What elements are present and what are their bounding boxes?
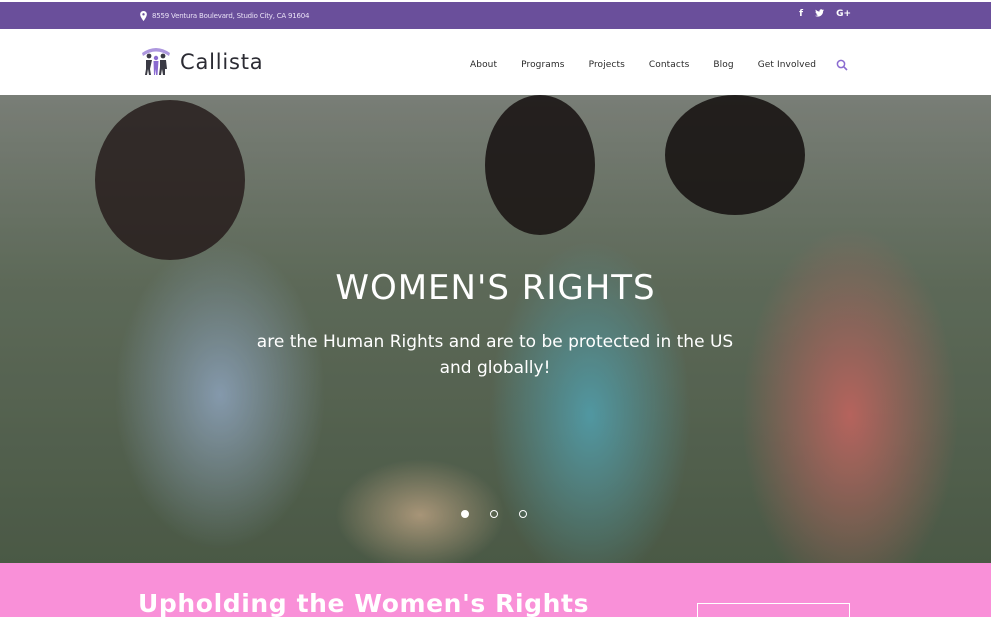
search-icon[interactable] [836, 59, 848, 71]
location-pin-icon [140, 11, 147, 21]
logo-text: Callista [180, 50, 264, 74]
facebook-icon[interactable]: f [799, 9, 803, 20]
logo[interactable]: Callista [138, 47, 263, 77]
top-bar: 8559 Ventura Boulevard, Studio City, CA … [0, 0, 991, 29]
slider-dot-3[interactable] [519, 510, 527, 518]
nav-programs[interactable]: Programs [521, 60, 564, 70]
people-logo-icon [142, 48, 170, 75]
site-header: Callista About Programs Projects Contact… [0, 29, 991, 95]
nav-projects[interactable]: Projects [589, 60, 625, 70]
outline-button[interactable] [697, 603, 850, 617]
twitter-icon[interactable] [815, 9, 825, 20]
nav-contacts[interactable]: Contacts [649, 60, 690, 70]
social-links: f G+ [799, 9, 851, 20]
nav-blog[interactable]: Blog [713, 60, 733, 70]
hero-title: WOMEN'S RIGHTS [335, 268, 656, 308]
nav-get-involved[interactable]: Get Involved [758, 60, 816, 70]
hero-slider: WOMEN'S RIGHTS are the Human Rights and … [0, 95, 991, 563]
hero-subtitle: are the Human Rights and are to be prote… [256, 332, 734, 378]
intro-band: Upholding the Women's Rights [0, 563, 991, 617]
slider-pagination [461, 510, 527, 518]
google-plus-icon[interactable]: G+ [836, 9, 851, 20]
slider-dot-2[interactable] [490, 510, 498, 518]
nav-about[interactable]: About [470, 60, 497, 70]
address: 8559 Ventura Boulevard, Studio City, CA … [139, 11, 310, 21]
slider-dot-1[interactable] [461, 510, 469, 518]
address-text: 8559 Ventura Boulevard, Studio City, CA … [152, 12, 310, 20]
section-heading: Upholding the Women's Rights [138, 589, 590, 617]
main-nav: About Programs Projects Contacts Blog Ge… [470, 59, 848, 71]
